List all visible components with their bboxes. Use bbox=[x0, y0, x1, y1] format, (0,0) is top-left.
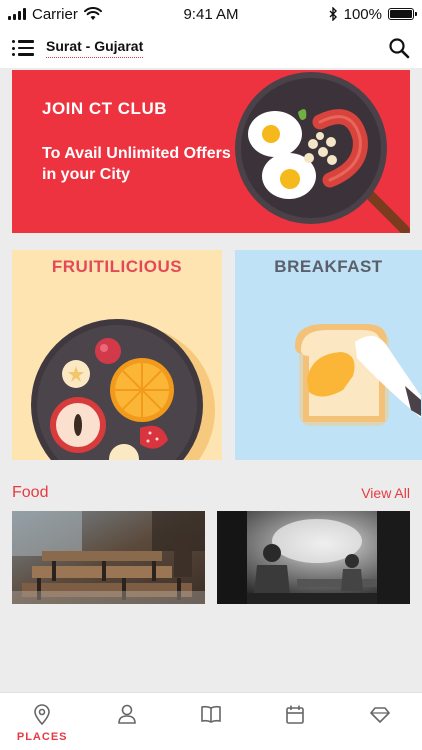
fruit-bowl-illustration bbox=[31, 319, 215, 460]
book-icon bbox=[201, 705, 221, 723]
battery-percent: 100% bbox=[343, 5, 382, 23]
tab-events[interactable] bbox=[265, 703, 325, 725]
header: Surat - Gujarat bbox=[0, 28, 422, 68]
carrier-label: Carrier bbox=[32, 5, 78, 23]
battery-icon bbox=[388, 8, 417, 20]
menu-icon[interactable] bbox=[12, 40, 34, 56]
user-icon bbox=[117, 704, 136, 724]
location-selector[interactable]: Surat - Gujarat bbox=[46, 38, 144, 58]
status-bar: Carrier 9:41 AM 100% bbox=[0, 0, 422, 28]
frying-pan-illustration bbox=[235, 72, 410, 233]
signal-icon bbox=[8, 8, 26, 20]
tab-profile[interactable] bbox=[97, 703, 157, 725]
map-pin-icon bbox=[34, 704, 50, 725]
view-all-link[interactable]: View All bbox=[361, 485, 410, 501]
search-icon[interactable] bbox=[388, 37, 410, 59]
diamond-icon bbox=[369, 707, 390, 723]
status-left: Carrier bbox=[8, 6, 102, 23]
category-breakfast[interactable]: BREAKFAST bbox=[235, 250, 422, 460]
food-section-header: Food View All bbox=[12, 484, 410, 502]
wifi-icon bbox=[83, 7, 102, 20]
bottom-tab-bar: PLACES bbox=[0, 692, 422, 750]
banner-subtitle: To Avail Unlimited Offers in your City bbox=[42, 145, 231, 183]
tab-premium[interactable] bbox=[350, 703, 410, 725]
banner-title: JOIN CT CLUB bbox=[42, 99, 167, 118]
tab-places[interactable]: PLACES bbox=[12, 703, 72, 743]
food-card-restaurant[interactable] bbox=[12, 511, 205, 604]
status-right: 100% bbox=[329, 5, 417, 23]
tab-guide[interactable] bbox=[181, 703, 241, 725]
club-banner[interactable]: JOIN CT CLUB To Avail Unlimited Offers i… bbox=[12, 70, 410, 233]
category-fruitilicious[interactable]: FRUITILICIOUS bbox=[12, 250, 222, 460]
restaurant-interior-photo bbox=[12, 511, 205, 604]
battery-fill bbox=[390, 10, 412, 18]
section-title: Food bbox=[12, 484, 49, 501]
food-card-kitchen[interactable] bbox=[217, 511, 410, 604]
bluetooth-icon bbox=[329, 7, 337, 21]
kitchen-photo bbox=[217, 511, 410, 604]
calendar-icon bbox=[286, 705, 305, 724]
tab-label: PLACES bbox=[16, 731, 68, 743]
toast-illustration bbox=[295, 324, 421, 426]
